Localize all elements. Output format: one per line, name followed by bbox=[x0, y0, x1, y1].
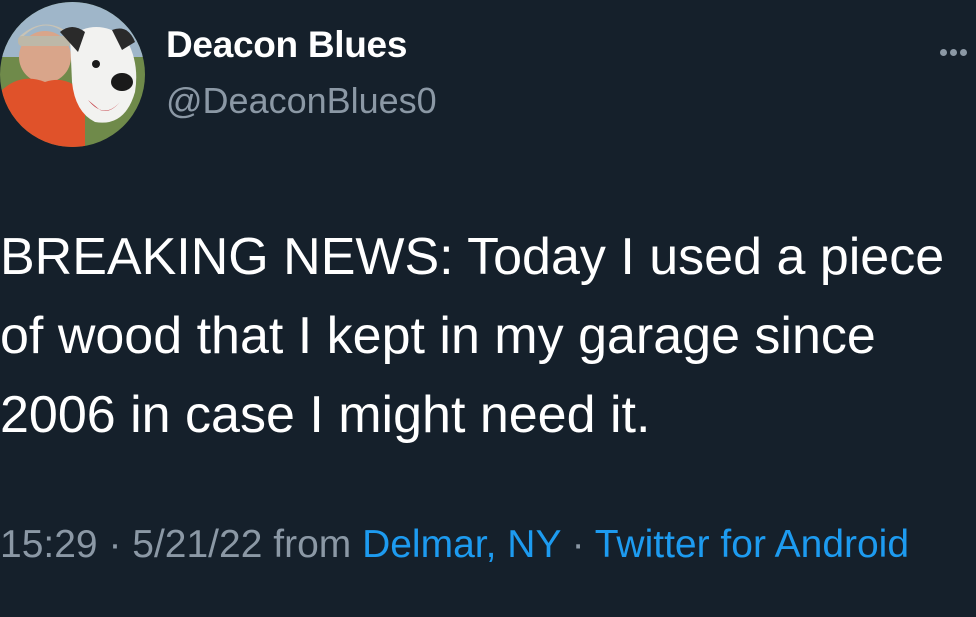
tweet-date[interactable]: 5/21/22 bbox=[132, 523, 262, 566]
dot bbox=[940, 48, 947, 56]
dot bbox=[950, 48, 957, 56]
tweet-meta: 15:29 · 5/21/22 from Delmar, NY · Twitte… bbox=[0, 516, 960, 574]
display-name[interactable]: Deacon Blues bbox=[166, 24, 407, 66]
from-label: from bbox=[262, 523, 363, 566]
tweet-text: BREAKING NEWS: Today I used a piece of w… bbox=[0, 228, 945, 444]
user-handle[interactable]: @DeaconBlues0 bbox=[166, 80, 437, 122]
avatar[interactable] bbox=[0, 2, 145, 147]
separator: · bbox=[560, 523, 595, 566]
avatar-image bbox=[0, 2, 145, 147]
more-options-icon[interactable] bbox=[940, 46, 976, 58]
separator: · bbox=[97, 523, 133, 566]
location-link[interactable]: Delmar, NY bbox=[362, 523, 561, 566]
tweet-time[interactable]: 15:29 bbox=[0, 523, 98, 566]
dot bbox=[960, 48, 967, 56]
source-link[interactable]: Twitter for Android bbox=[595, 523, 909, 566]
